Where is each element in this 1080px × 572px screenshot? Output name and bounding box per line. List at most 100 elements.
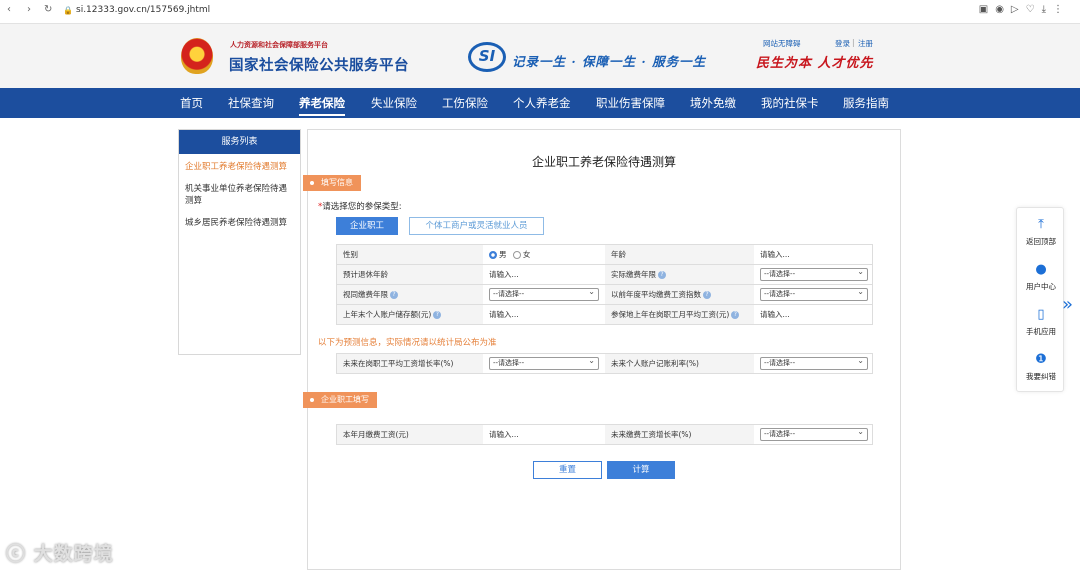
forward-icon[interactable]: › bbox=[27, 4, 31, 15]
service-sidebar: 服务列表 企业职工养老保险待遇测算 机关事业单位养老保险待遇测算 城乡居民养老保… bbox=[178, 129, 301, 355]
nav-personal-pension[interactable]: 个人养老金 bbox=[513, 95, 571, 111]
calligraphy-slogan: 民生为本 人才优先 bbox=[756, 56, 874, 71]
browser-toolbar: ‹ › ↻ 🔒 si.12333.gov.cn/157569.jhtml ▣◉▷… bbox=[0, 0, 1080, 24]
phone-icon: ▯ bbox=[1037, 307, 1045, 322]
nav-injury[interactable]: 工伤保险 bbox=[442, 95, 488, 111]
forecast-note: 以下为预测信息，实际情况请以统计局公布为准 bbox=[318, 338, 497, 348]
help-icon[interactable]: ? bbox=[658, 271, 666, 279]
nav-pension[interactable]: 养老保险 bbox=[299, 95, 345, 116]
age-label: 年龄 bbox=[605, 245, 754, 264]
help-icon[interactable]: ? bbox=[390, 291, 398, 299]
separator: | bbox=[852, 38, 855, 47]
nav-guide[interactable]: 服务指南 bbox=[843, 95, 889, 111]
monthly-wage-label: 本年月缴费工资(元) bbox=[337, 425, 483, 444]
insurance-type-label: *请选择您的参保类型: bbox=[318, 202, 402, 212]
browser-tools-icons[interactable]: ▣◉▷♡⤓⋮ bbox=[979, 4, 1070, 15]
monthly-wage-input[interactable]: 请输入... bbox=[483, 425, 605, 444]
accessibility-link[interactable]: 网站无障碍 bbox=[763, 38, 801, 49]
actual-years-select[interactable]: --请选择-- bbox=[760, 266, 868, 281]
table-row: 视同缴费年限? --请选择-- 以前年度平均缴费工资指数? --请选择-- bbox=[337, 285, 872, 305]
type-enterprise-button[interactable]: 企业职工 bbox=[336, 217, 398, 235]
org-subtitle: 人力资源和社会保障部服务平台 bbox=[230, 41, 328, 49]
table-row: 性别 男 女 年龄 请输入... bbox=[337, 245, 872, 265]
floating-toolbar: ⤒ 返回顶部 ● 用户中心 ▯ 手机应用 ❶ 我要纠错 bbox=[1016, 207, 1064, 392]
reset-button[interactable]: 重置 bbox=[533, 461, 602, 479]
slogan: 记录一生 · 保障一生 · 服务一生 bbox=[512, 54, 707, 69]
chevron-right-icon[interactable]: » bbox=[1062, 294, 1073, 315]
user-icon: ● bbox=[1035, 262, 1047, 277]
future-contrib-growth-label: 未来缴费工资增长率(%) bbox=[605, 425, 754, 444]
nav-home[interactable]: 首页 bbox=[180, 95, 203, 111]
female-radio[interactable] bbox=[512, 251, 521, 259]
address-bar[interactable]: si.12333.gov.cn/157569.jhtml bbox=[76, 5, 210, 15]
arrow-up-icon: ⤒ bbox=[1038, 217, 1044, 232]
help-icon[interactable]: ? bbox=[731, 311, 740, 319]
calculate-button[interactable]: 计算 bbox=[607, 461, 675, 479]
gender-label: 性别 bbox=[337, 245, 483, 264]
reload-icon[interactable]: ↻ bbox=[44, 4, 52, 15]
future-wage-growth-cell: --请选择-- bbox=[483, 354, 605, 373]
lock-icon: 🔒 bbox=[63, 6, 73, 15]
nav-unemployment[interactable]: 失业保险 bbox=[371, 95, 417, 111]
type-flexible-button[interactable]: 个体工商户或灵活就业人员 bbox=[409, 217, 544, 235]
deemed-years-select[interactable]: --请选择-- bbox=[489, 286, 599, 301]
enterprise-table: 本年月缴费工资(元) 请输入... 未来缴费工资增长率(%) --请选择-- bbox=[336, 424, 873, 445]
si-logo-icon: SI bbox=[468, 42, 506, 72]
table-row: 预计退休年龄 请输入... 实际缴费年限? --请选择-- bbox=[337, 265, 872, 285]
site-title[interactable]: 国家社会保险公共服务平台 bbox=[229, 54, 409, 75]
forecast-table: 未来在岗职工平均工资增长率(%) --请选择-- 未来个人账户记账利率(%) -… bbox=[336, 353, 873, 374]
page-title: 企业职工养老保险待遇测算 bbox=[531, 155, 676, 169]
watermark: ⓒ 大数跨境 bbox=[6, 543, 114, 565]
male-radio[interactable] bbox=[489, 251, 497, 259]
sidebar-item-institution[interactable]: 机关事业单位养老保险待遇测算 bbox=[179, 183, 300, 207]
future-interest-label: 未来个人账户记账利率(%) bbox=[605, 354, 754, 373]
help-icon[interactable]: ? bbox=[703, 291, 711, 299]
retire-age-input[interactable]: 请输入... bbox=[483, 265, 605, 284]
account-balance-input[interactable]: 请输入... bbox=[483, 305, 605, 324]
past-index-label: 以前年度平均缴费工资指数? bbox=[605, 285, 754, 304]
login-link[interactable]: 登录 bbox=[835, 38, 850, 49]
nav-query[interactable]: 社保查询 bbox=[228, 95, 274, 111]
account-balance-label: 上年末个人账户储存额(元)? bbox=[337, 305, 483, 324]
back-icon[interactable]: ‹ bbox=[7, 4, 11, 15]
nav-my-card[interactable]: 我的社保卡 bbox=[761, 95, 819, 111]
section-tag-fill-info: 填写信息 bbox=[303, 175, 361, 191]
past-index-cell: --请选择-- bbox=[754, 285, 872, 304]
actual-years-label: 实际缴费年限? bbox=[605, 265, 754, 284]
future-wage-growth-select[interactable]: --请选择-- bbox=[489, 355, 599, 370]
avg-wage-input[interactable]: 请输入... bbox=[754, 305, 872, 324]
back-to-top[interactable]: ⤒ 返回顶部 bbox=[1017, 217, 1065, 247]
past-index-select[interactable]: --请选择-- bbox=[760, 286, 868, 301]
future-interest-select[interactable]: --请选择-- bbox=[760, 355, 868, 370]
future-contrib-growth-select[interactable]: --请选择-- bbox=[760, 426, 868, 441]
gender-radio-group[interactable]: 男 女 bbox=[483, 245, 605, 264]
deemed-years-cell: --请选择-- bbox=[483, 285, 605, 304]
sidebar-item-enterprise[interactable]: 企业职工养老保险待遇测算 bbox=[179, 161, 300, 173]
help-icon[interactable]: ? bbox=[433, 311, 442, 319]
deemed-years-label: 视同缴费年限? bbox=[337, 285, 483, 304]
age-input[interactable]: 请输入... bbox=[754, 245, 872, 264]
avg-wage-label: 参保地上年在岗职工月平均工资(元)? bbox=[605, 305, 754, 324]
retire-age-label: 预计退休年龄 bbox=[337, 265, 483, 284]
nav-occupational-injury[interactable]: 职业伤害保障 bbox=[596, 95, 665, 111]
main-nav: 首页 社保查询 养老保险 失业保险 工伤保险 个人养老金 职业伤害保障 境外免缴… bbox=[0, 88, 1080, 118]
alert-icon: ❶ bbox=[1035, 352, 1047, 367]
future-wage-growth-label: 未来在岗职工平均工资增长率(%) bbox=[337, 354, 483, 373]
national-emblem-icon bbox=[181, 38, 213, 74]
table-row: 上年末个人账户储存额(元)? 请输入... 参保地上年在岗职工月平均工资(元)?… bbox=[337, 305, 872, 325]
user-center[interactable]: ● 用户中心 bbox=[1017, 262, 1065, 292]
nav-overseas[interactable]: 境外免缴 bbox=[690, 95, 736, 111]
sidebar-item-urban-rural[interactable]: 城乡居民养老保险待遇测算 bbox=[179, 217, 300, 229]
register-link[interactable]: 注册 bbox=[858, 38, 873, 49]
table-row: 本年月缴费工资(元) 请输入... 未来缴费工资增长率(%) --请选择-- bbox=[337, 425, 872, 445]
info-table: 性别 男 女 年龄 请输入... 预计退休年龄 请输入... 实际缴费年限? -… bbox=[336, 244, 873, 325]
future-interest-cell: --请选择-- bbox=[754, 354, 872, 373]
report-error[interactable]: ❶ 我要纠错 bbox=[1017, 352, 1065, 382]
sidebar-title: 服务列表 bbox=[179, 130, 300, 154]
actual-years-cell: --请选择-- bbox=[754, 265, 872, 284]
section-tag-enterprise: 企业职工填写 bbox=[303, 392, 377, 408]
site-header: 人力资源和社会保障部服务平台 国家社会保险公共服务平台 SI 记录一生 · 保障… bbox=[0, 24, 1080, 88]
table-row: 未来在岗职工平均工资增长率(%) --请选择-- 未来个人账户记账利率(%) -… bbox=[337, 354, 872, 374]
main-panel bbox=[307, 129, 901, 570]
mobile-app[interactable]: ▯ 手机应用 bbox=[1017, 307, 1065, 337]
